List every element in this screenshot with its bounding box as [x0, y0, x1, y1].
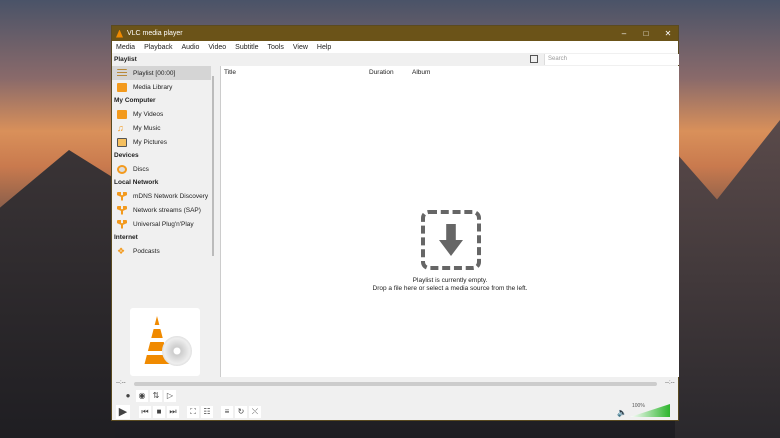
loop-ab-button[interactable]: ⇅	[150, 390, 162, 402]
label: Universal Plug'n'Play	[133, 221, 194, 228]
previous-button[interactable]: ⏮	[139, 406, 151, 418]
sidebar-scrollbar[interactable]	[212, 76, 214, 256]
fullscreen-button[interactable]: ⛶	[187, 406, 199, 418]
title-bar: VLC media player – □ ✕	[112, 26, 678, 41]
window-title: VLC media player	[127, 30, 183, 37]
media-library-icon	[117, 83, 127, 92]
sidebar-item-podcasts[interactable]: ❖ Podcasts	[112, 244, 211, 258]
menu-help[interactable]: Help	[317, 44, 331, 51]
section-internet: Internet	[112, 231, 211, 244]
label: Playlist [00:00]	[133, 70, 175, 77]
section-playlist: Playlist	[112, 53, 211, 66]
disc-icon	[117, 165, 127, 174]
label: Media Library	[133, 84, 172, 91]
sidebar-item-media-library[interactable]: Media Library	[112, 80, 211, 94]
empty-hint: Drop a file here or select a media sourc…	[221, 285, 679, 292]
menu-bar: Media Playback Audio Video Subtitle Tool…	[112, 41, 678, 53]
vlc-cone-icon	[116, 30, 123, 38]
column-title[interactable]: Title	[224, 69, 236, 76]
record-button[interactable]: ●	[122, 390, 134, 402]
disc-icon	[162, 336, 192, 366]
close-button[interactable]: ✕	[657, 26, 679, 41]
shuffle-button[interactable]: ⤬	[249, 406, 261, 418]
background-mountain-right	[675, 120, 780, 438]
sidebar-item-sap[interactable]: Network streams (SAP)	[112, 203, 211, 217]
column-duration[interactable]: Duration	[369, 69, 394, 76]
label: Podcasts	[133, 248, 160, 255]
section-my-computer: My Computer	[112, 94, 211, 107]
column-album[interactable]: Album	[412, 69, 430, 76]
label: Discs	[133, 166, 149, 173]
menu-audio[interactable]: Audio	[181, 44, 199, 51]
view-mode-button[interactable]	[530, 55, 538, 63]
vlc-window: VLC media player – □ ✕ Media Playback Au…	[111, 25, 679, 421]
next-button[interactable]: ⏭	[167, 406, 179, 418]
minimize-button[interactable]: –	[613, 26, 635, 41]
label: Network streams (SAP)	[133, 207, 201, 214]
menu-video[interactable]: Video	[208, 44, 226, 51]
sidebar-item-my-music[interactable]: ♫ My Music	[112, 121, 211, 135]
section-devices: Devices	[112, 149, 211, 162]
menu-view[interactable]: View	[293, 44, 308, 51]
menu-playback[interactable]: Playback	[144, 44, 172, 51]
section-local-network: Local Network	[112, 176, 211, 189]
volume-percent: 100%	[632, 403, 645, 409]
background-mountain-left	[0, 150, 115, 438]
menu-tools[interactable]: Tools	[268, 44, 284, 51]
sidebar-item-my-videos[interactable]: My Videos	[112, 107, 211, 121]
stop-button[interactable]: ■	[153, 406, 165, 418]
network-icon	[117, 220, 127, 229]
snapshot-button[interactable]: ◉	[136, 390, 148, 402]
film-icon	[117, 110, 127, 119]
network-icon	[117, 206, 127, 215]
album-art-placeholder	[130, 308, 200, 376]
download-arrow-icon	[439, 224, 463, 256]
playlist-icon	[117, 69, 127, 78]
sidebar-item-mdns[interactable]: mDNS Network Discovery	[112, 189, 211, 203]
drop-zone-icon	[421, 210, 481, 270]
search-input[interactable]: Search	[544, 54, 679, 65]
remaining-time: --:--	[665, 380, 675, 386]
podcast-icon: ❖	[117, 247, 127, 256]
seek-bar[interactable]	[134, 382, 657, 386]
speaker-icon[interactable]: 🔈	[616, 407, 628, 419]
extended-settings-button[interactable]: ☷	[201, 406, 213, 418]
maximize-button[interactable]: □	[635, 26, 657, 41]
label: My Videos	[133, 111, 163, 118]
playlist-toggle-button[interactable]: ≡	[221, 406, 233, 418]
label: My Pictures	[133, 139, 167, 146]
loop-button[interactable]: ↻	[235, 406, 247, 418]
playlist-view: Title Duration Album Playlist is current…	[220, 66, 679, 377]
sidebar-item-playlist[interactable]: Playlist [00:00]	[112, 66, 211, 80]
sidebar: Playlist Playlist [00:00] Media Library …	[112, 53, 211, 376]
sidebar-item-my-pictures[interactable]: My Pictures	[112, 135, 211, 149]
elapsed-time: --:--	[116, 380, 126, 386]
play-button[interactable]: ▶	[116, 405, 130, 419]
label: mDNS Network Discovery	[133, 193, 208, 200]
menu-media[interactable]: Media	[116, 44, 135, 51]
sidebar-item-upnp[interactable]: Universal Plug'n'Play	[112, 217, 211, 231]
network-icon	[117, 192, 127, 201]
empty-message: Playlist is currently empty.	[221, 277, 679, 284]
picture-icon	[117, 138, 127, 147]
label: My Music	[133, 125, 160, 132]
menu-subtitle[interactable]: Subtitle	[235, 44, 258, 51]
sidebar-item-discs[interactable]: Discs	[112, 162, 211, 176]
frame-step-button[interactable]: ▷	[164, 390, 176, 402]
music-note-icon: ♫	[117, 124, 127, 133]
